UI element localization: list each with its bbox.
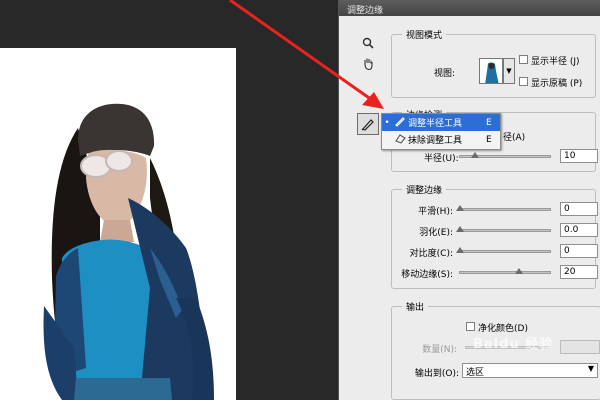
- output-to-value: 选区: [466, 368, 485, 378]
- smooth-field[interactable]: 0: [560, 202, 598, 216]
- canvas-area[interactable]: [0, 0, 338, 400]
- shift-edge-field[interactable]: 20: [560, 265, 598, 279]
- shift-edge-label: 移动边缘(S):: [401, 270, 453, 280]
- feather-slider[interactable]: [456, 226, 551, 232]
- feather-label: 羽化(E):: [419, 228, 453, 238]
- photo-subject-image: [43, 103, 214, 400]
- output-to-label: 输出到(O):: [414, 369, 459, 379]
- zoom-icon[interactable]: [361, 36, 375, 50]
- tool-popup-menu: • 调整半径工具 E 抹除调整工具 E: [381, 113, 501, 150]
- radius-slider-thumb[interactable]: [471, 152, 479, 158]
- view-mode-title: 视图模式: [402, 28, 447, 41]
- contrast-slider[interactable]: [456, 247, 551, 253]
- view-thumbnail[interactable]: [479, 58, 503, 84]
- document-canvas[interactable]: [0, 48, 236, 400]
- amount-label: 数量(N):: [422, 345, 457, 355]
- refine-edge-dialog: 调整边缘 视图模式 视图: ▼ 显示半径 (J) 显示原稿 (P) 边缘检测 径…: [338, 0, 600, 400]
- output-title: 输出: [402, 300, 429, 313]
- refine-radius-tool-button[interactable]: [357, 113, 379, 135]
- selected-dot-icon: •: [384, 117, 390, 128]
- dialog-title[interactable]: 调整边缘: [339, 0, 600, 16]
- chevron-down-icon[interactable]: ▼: [503, 58, 515, 84]
- radius-field[interactable]: 10: [560, 149, 598, 163]
- show-original-checkbox[interactable]: [519, 77, 528, 86]
- shift-edge-slider-thumb[interactable]: [515, 268, 523, 274]
- radius-label: 半径(U):: [424, 154, 459, 164]
- contrast-field[interactable]: 0: [560, 244, 598, 258]
- smooth-slider[interactable]: [456, 205, 551, 211]
- feather-field[interactable]: 0.0: [560, 223, 598, 237]
- decontaminate-checkbox[interactable]: [466, 322, 475, 331]
- tool-popup-item-shortcut: E: [486, 117, 492, 128]
- show-radius-label: 显示半径 (J): [531, 57, 580, 67]
- tool-popup-item-label: 抹除调整工具: [408, 136, 463, 146]
- hand-icon[interactable]: [361, 56, 375, 70]
- chevron-down-icon: ▼: [587, 364, 594, 373]
- adjust-edge-title: 调整边缘: [402, 183, 447, 196]
- brush-icon: [361, 119, 374, 131]
- amount-field[interactable]: [560, 340, 600, 354]
- radius-slider[interactable]: [459, 152, 551, 158]
- shift-edge-slider[interactable]: [459, 268, 551, 274]
- show-original-label: 显示原稿 (P): [531, 79, 583, 89]
- tool-popup-item-refine-radius[interactable]: • 调整半径工具 E: [382, 114, 500, 131]
- contrast-label: 对比度(C):: [409, 249, 453, 259]
- watermark: Baidu 经验: [473, 337, 554, 352]
- view-label: 视图:: [434, 69, 456, 79]
- smart-radius-label: 径(A): [503, 133, 526, 143]
- tool-popup-item-label: 调整半径工具: [408, 119, 463, 129]
- tool-popup-item-erase-refinements[interactable]: 抹除调整工具 E: [382, 131, 500, 148]
- smooth-label: 平滑(H):: [418, 207, 453, 217]
- brush-icon: [392, 115, 408, 130]
- show-radius-checkbox[interactable]: [519, 55, 528, 64]
- eraser-icon: [392, 132, 408, 147]
- tool-column: [361, 36, 377, 76]
- smooth-slider-thumb[interactable]: [456, 205, 464, 211]
- contrast-slider-thumb[interactable]: [456, 247, 464, 253]
- tool-popup-item-shortcut: E: [486, 134, 492, 145]
- output-to-select[interactable]: 选区 ▼: [462, 363, 598, 378]
- feather-slider-thumb[interactable]: [456, 226, 464, 232]
